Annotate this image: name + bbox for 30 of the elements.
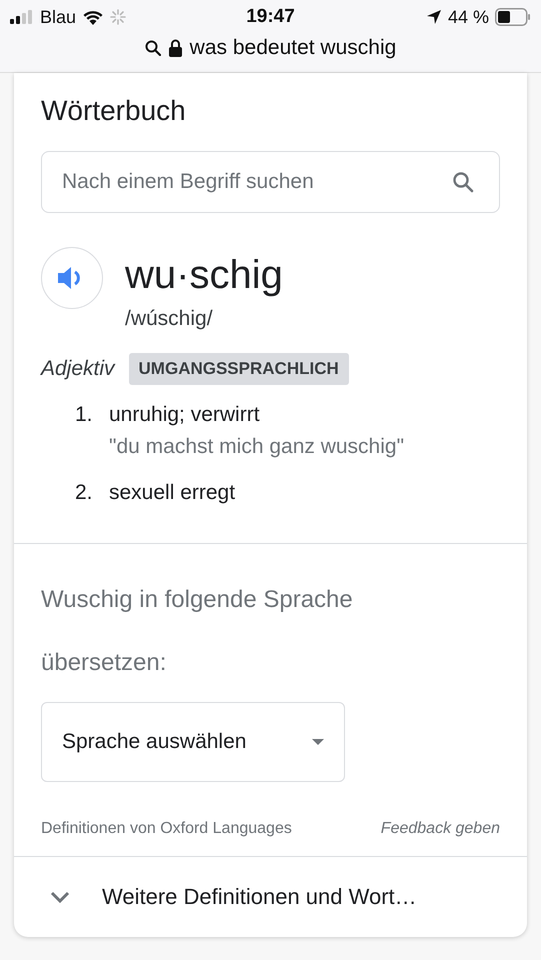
loading-icon: [110, 9, 126, 25]
wifi-icon: [82, 9, 104, 25]
location-arrow-icon: [426, 9, 442, 25]
usage-example: "du machst mich ganz wuschig": [109, 434, 404, 460]
carrier-name: Blau: [40, 6, 76, 28]
phonetic-spelling: /wúschig/: [125, 307, 214, 331]
chevron-down-icon: [50, 891, 70, 903]
definition-number: 2.: [75, 481, 94, 505]
more-definitions-button[interactable]: Weitere Definitionen und Wort…: [14, 857, 527, 937]
card-title: Wörterbuch: [41, 95, 187, 127]
search-icon[interactable]: [452, 171, 474, 193]
clock-time: 19:47: [246, 6, 295, 28]
definition-number: 1.: [75, 403, 94, 427]
headword: wu·schig: [125, 252, 283, 299]
feedback-link[interactable]: Feedback geben: [380, 820, 500, 838]
dropdown-caret-icon: [312, 739, 324, 745]
battery-icon: [494, 8, 531, 26]
translate-prompt: Wuschig in folgende Sprache übersetzen:: [41, 585, 354, 678]
search-field[interactable]: Nach einem Begriff suchen: [41, 151, 500, 213]
language-dropdown[interactable]: Sprache auswählen: [41, 702, 345, 782]
register-label: UMGANGSSPRACHLICH: [128, 353, 349, 385]
search-icon: [144, 40, 161, 56]
url-text[interactable]: was bedeutet wuschig: [190, 36, 396, 60]
lock-icon: [168, 39, 182, 57]
definition-text: unruhig; verwirrt: [109, 402, 261, 428]
part-of-speech: Adjektiv: [41, 357, 115, 381]
definition-text: sexuell erregt: [109, 480, 236, 506]
source-attribution: Definitionen von Oxford Languages: [41, 820, 292, 838]
battery-percentage: 44 %: [448, 6, 489, 28]
signal-icon: [10, 10, 34, 24]
